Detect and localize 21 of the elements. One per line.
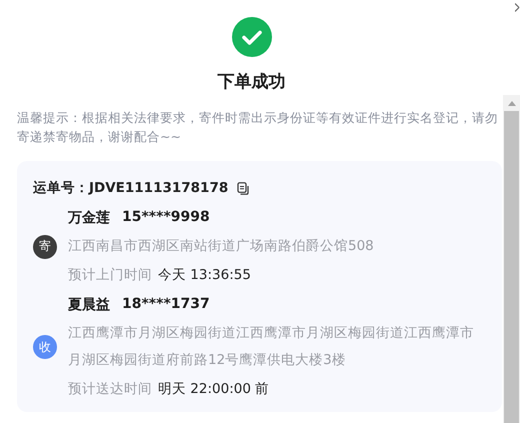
success-check-icon [232, 17, 272, 57]
scroll-up-icon[interactable] [508, 101, 516, 106]
contact-name: 夏晨益 [68, 296, 110, 314]
party-badge: 寄 [33, 234, 57, 258]
time-label: 预计上门时间 [68, 266, 152, 284]
scrollbar-thumb[interactable] [504, 111, 519, 423]
time-value: 今天 13:36:55 [158, 266, 251, 284]
time-value: 明天 22:00:00 前 [158, 380, 270, 398]
waybill-label: 运单号： [33, 179, 89, 197]
notice-text: 温馨提示：根据相关法律要求，寄件时需出示身份证等有效证件进行实名登记，请勿寄递禁寄物品，谢谢配合~~ [17, 109, 499, 146]
waybill-number: JDVE11113178178 [89, 180, 228, 196]
party-badge: 收 [33, 335, 57, 359]
contact-name: 万金莲 [68, 209, 110, 227]
time-label: 预计送达时间 [68, 380, 152, 398]
copy-icon[interactable] [237, 182, 250, 194]
scrollbar[interactable] [503, 95, 520, 423]
phone-number: 15****9998 [122, 209, 210, 227]
dialog-title: 下单成功 [218, 71, 286, 93]
address-text: 江西南昌市西湖区南站街道广场南路伯爵公馆508 [68, 237, 375, 256]
phone-number: 18****1737 [122, 296, 210, 314]
address-text: 江西鹰潭市月湖区梅园街道江西鹰潭市月湖区梅园街道江西鹰潭市月湖区梅园街道府前路12号鹰潭供电大楼3楼 [68, 324, 475, 370]
